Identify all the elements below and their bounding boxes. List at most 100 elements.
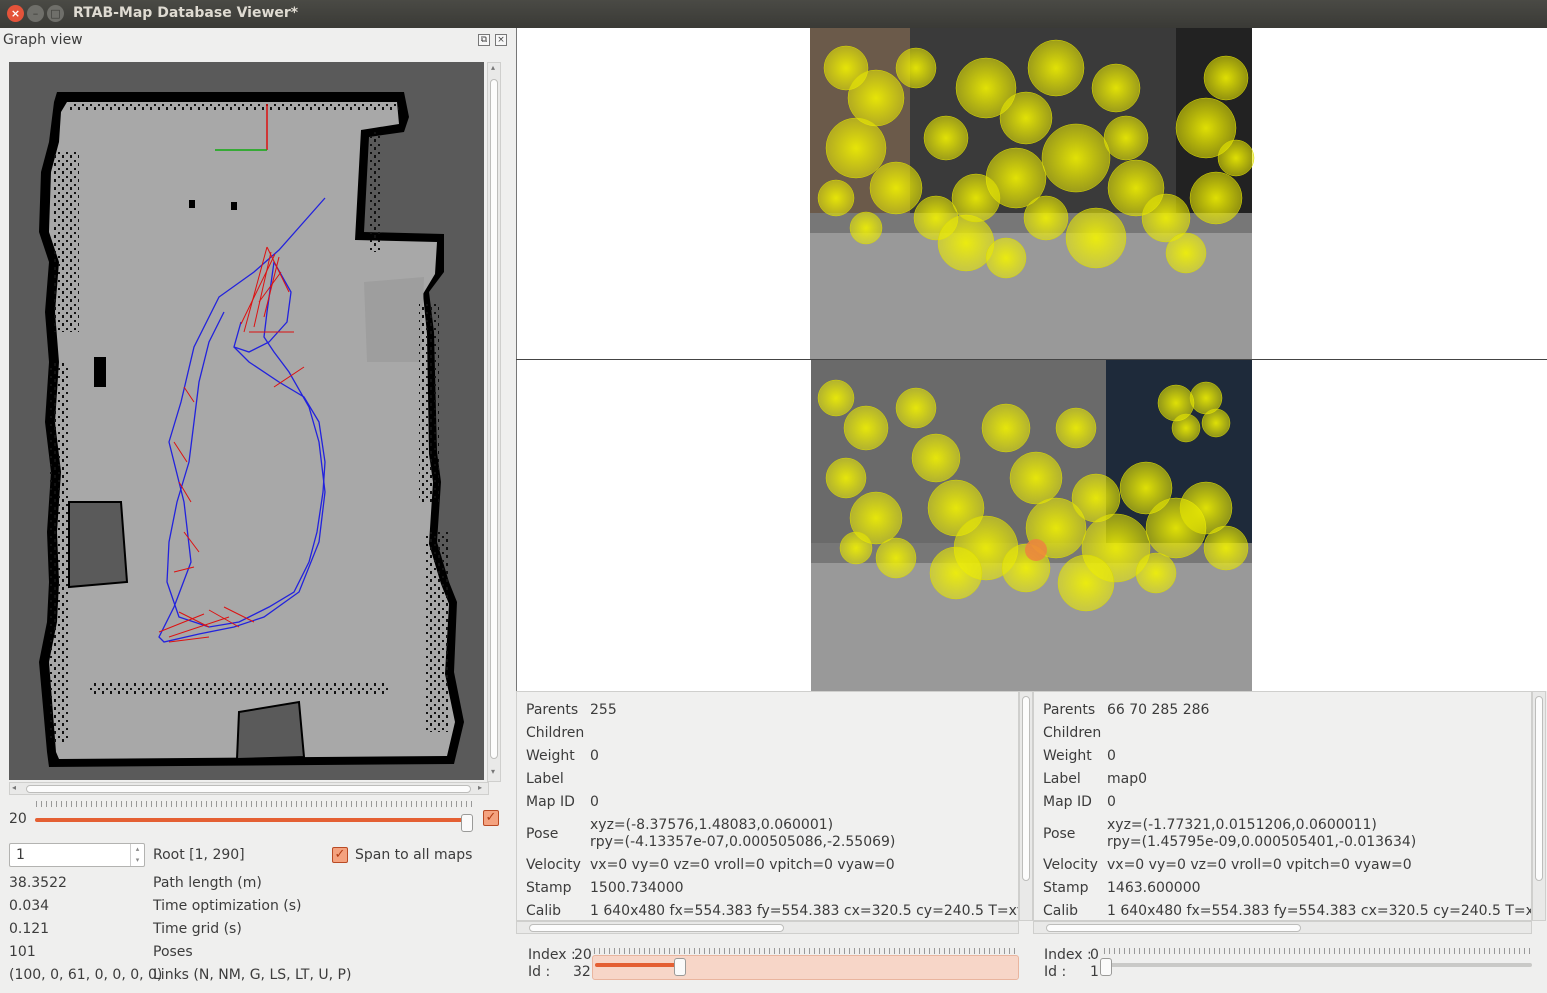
- info-key: Parents: [526, 702, 579, 718]
- close-window-button[interactable]: ×: [7, 5, 24, 22]
- info-key: Label: [526, 771, 564, 787]
- info-key: Weight: [1043, 748, 1092, 764]
- info-value: 0: [590, 748, 599, 764]
- left-node-info: Parents 255 Children Weight 0 Label Map ID…: [516, 691, 1019, 921]
- slider-ticks: [36, 801, 472, 807]
- info-value: 0: [1107, 794, 1116, 810]
- info-value: 0: [1107, 748, 1116, 764]
- left-index-label: Index :: [528, 947, 576, 963]
- minimize-window-button[interactable]: –: [27, 5, 44, 22]
- right-index-slider[interactable]: [1104, 963, 1532, 967]
- left-index-value: 20: [574, 947, 592, 963]
- occupancy-grid-map: [9, 62, 484, 767]
- info-key: Stamp: [526, 880, 572, 896]
- right-id-value: 1: [1090, 964, 1099, 980]
- info-value: 1463.600000: [1107, 880, 1201, 896]
- graph-iteration-slider[interactable]: [35, 818, 471, 822]
- info-value: vx=0 vy=0 vz=0 vroll=0 vpitch=0 vyaw=0: [590, 857, 895, 873]
- stat-value: 0.121: [9, 921, 50, 937]
- graph-slider-value: 20: [9, 811, 27, 827]
- scroll-down-icon[interactable]: ▾: [491, 767, 495, 776]
- title-bar: × – □ RTAB-Map Database Viewer*: [0, 0, 1547, 28]
- info-key: Label: [1043, 771, 1081, 787]
- info-key: Map ID: [1043, 794, 1092, 810]
- info-key: Children: [1043, 725, 1102, 741]
- info-value: map0: [1107, 771, 1148, 787]
- info-key: Weight: [526, 748, 575, 764]
- info-value: 0: [590, 794, 599, 810]
- spin-arrows-icon[interactable]: ▴ ▾: [130, 844, 144, 866]
- left-index-ticks: [594, 948, 1016, 954]
- left-info-horizontal-scrollbar[interactable]: [516, 921, 1019, 934]
- info-key: Stamp: [1043, 880, 1089, 896]
- scroll-left-icon[interactable]: ◂: [12, 783, 16, 792]
- left-info-vertical-scrollbar[interactable]: [1019, 691, 1033, 921]
- info-value: 1500.734000: [590, 880, 684, 896]
- scroll-up-icon[interactable]: ▴: [491, 63, 495, 72]
- left-index-slider-handle[interactable]: [674, 958, 686, 976]
- graph-view-title: Graph view: [3, 32, 83, 48]
- feature-highlight: [1025, 539, 1047, 561]
- horizontal-scroll-thumb[interactable]: [529, 924, 784, 932]
- stat-value: 0.034: [9, 898, 50, 914]
- graph-view-dock: Graph view ⧉ × ▴ ▾ ◂ ▸ 20 ✓ 1 ▴ ▾ Root […: [0, 28, 514, 993]
- root-range-label: Root [1, 290]: [153, 847, 245, 863]
- right-node-info: Parents 66 70 285 286 Children Weight 0 La…: [1033, 691, 1532, 921]
- stat-label: Links (N, NM, G, LS, LT, U, P): [153, 967, 352, 983]
- info-value: xyz=(-8.37576,1.48083,0.060001): [590, 817, 834, 833]
- info-key: Map ID: [526, 794, 575, 810]
- stat-label: Path length (m): [153, 875, 262, 891]
- graph-horizontal-scrollbar[interactable]: ◂ ▸: [9, 782, 489, 795]
- info-value: rpy=(1.45795e-09,0.000505401,-0.013634): [1107, 834, 1417, 850]
- close-dock-icon[interactable]: ×: [495, 34, 507, 46]
- vertical-scroll-thumb[interactable]: [1535, 696, 1543, 881]
- right-id-label: Id :: [1044, 964, 1067, 980]
- vertical-scroll-thumb[interactable]: [1022, 696, 1030, 881]
- left-index-slider-fill: [595, 963, 680, 967]
- info-key: Velocity: [1043, 857, 1098, 873]
- info-value: 66 70 285 286: [1107, 702, 1210, 718]
- maximize-window-button[interactable]: □: [47, 5, 64, 22]
- info-value: 1 640x480 fx=554.383 fy=554.383 cx=320.5…: [1107, 903, 1532, 919]
- info-key: Pose: [526, 826, 559, 842]
- graph-view-canvas[interactable]: [9, 62, 484, 780]
- right-info-vertical-scrollbar[interactable]: [1532, 691, 1546, 921]
- scroll-right-icon[interactable]: ▸: [478, 783, 482, 792]
- info-key: Children: [526, 725, 585, 741]
- info-key: Calib: [526, 903, 562, 919]
- left-id-label: Id :: [528, 964, 551, 980]
- info-value: rpy=(-4.13357e-07,0.000505086,-2.55069): [590, 834, 896, 850]
- span-all-maps-label: Span to all maps: [355, 847, 473, 863]
- vertical-scroll-thumb[interactable]: [490, 79, 498, 759]
- root-spinbox-value: 1: [16, 847, 25, 863]
- image-views: [516, 28, 1547, 691]
- stat-label: Time grid (s): [153, 921, 242, 937]
- stat-value: (100, 0, 61, 0, 0, 0, 0): [9, 967, 163, 983]
- graph-slider-checkbox[interactable]: ✓: [483, 810, 499, 826]
- info-value: 255: [590, 702, 617, 718]
- info-key: Pose: [1043, 826, 1076, 842]
- right-index-label: Index :: [1044, 947, 1092, 963]
- right-index-ticks: [1104, 948, 1530, 954]
- graph-vertical-scrollbar[interactable]: ▴ ▾: [487, 62, 501, 782]
- stat-label: Time optimization (s): [153, 898, 302, 914]
- root-spinbox[interactable]: 1 ▴ ▾: [9, 843, 145, 867]
- info-key: Calib: [1043, 903, 1079, 919]
- stat-label: Poses: [153, 944, 193, 960]
- right-info-horizontal-scrollbar[interactable]: [1033, 921, 1532, 934]
- graph-slider-handle[interactable]: [461, 814, 473, 832]
- right-index-value: 0: [1090, 947, 1099, 963]
- left-id-value: 32: [573, 964, 591, 980]
- info-key: Parents: [1043, 702, 1096, 718]
- float-dock-icon[interactable]: ⧉: [478, 34, 490, 46]
- horizontal-scroll-thumb[interactable]: [26, 785, 471, 793]
- info-key: Velocity: [526, 857, 581, 873]
- info-value: xyz=(-1.77321,0.0151206,0.0600011): [1107, 817, 1377, 833]
- image-separator: [516, 359, 1547, 360]
- span-all-maps-checkbox[interactable]: ✓: [332, 847, 348, 863]
- horizontal-scroll-thumb[interactable]: [1046, 924, 1301, 932]
- window-title: RTAB-Map Database Viewer*: [73, 5, 299, 21]
- right-index-slider-handle[interactable]: [1100, 958, 1112, 976]
- stat-value: 38.3522: [9, 875, 67, 891]
- left-index-slider[interactable]: [592, 955, 1019, 980]
